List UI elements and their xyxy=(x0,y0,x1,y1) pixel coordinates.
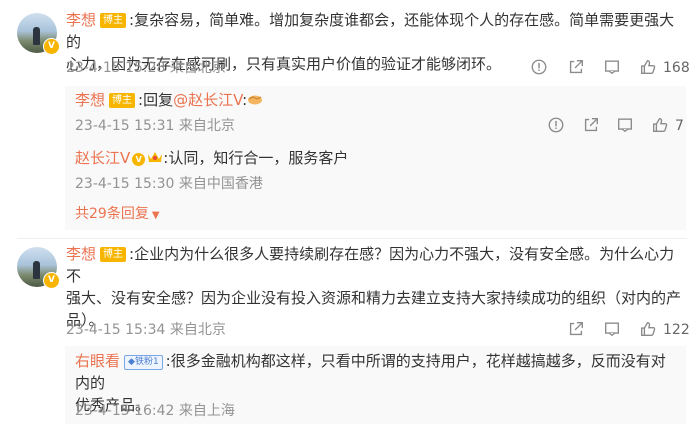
reply-text: 赵长江V V :认同，知行合一，服务客户 xyxy=(75,147,675,169)
comment-line-2: 强大、没有安全感？因为企业没有投入资源和精力去建立支持大家持续成功的组织（对内的… xyxy=(66,289,682,307)
fan-badge: ◆铁粉1 xyxy=(124,355,163,370)
comment-actions: 122 xyxy=(0,320,700,340)
like-count: 122 xyxy=(663,322,690,338)
comment-actions: 168 xyxy=(0,58,700,78)
reply-username-link[interactable]: 右眼看 xyxy=(75,352,120,370)
blogger-badge: 博主 xyxy=(100,13,127,28)
blogger-badge: 博主 xyxy=(100,247,127,262)
avatar[interactable]: V xyxy=(17,13,60,55)
reply-panel: 李想 博主:回复@赵长江V: 23-4-15 15:31 来自北京 7 赵长江V V… xyxy=(65,86,686,230)
reply-text: 李想 博主:回复@赵长江V: xyxy=(75,89,675,111)
username-link[interactable]: 李想 xyxy=(66,245,96,263)
caret-down-icon: ▼ xyxy=(151,210,160,221)
reply-meta: 23-4-15 16:42 来自上海 xyxy=(75,403,235,419)
share-icon[interactable] xyxy=(582,116,602,136)
like-icon[interactable] xyxy=(651,116,671,136)
comment-text: 李想 博主:企业内为什么很多人要持续刷存在感？因为心力不强大，没有安全感。为什么心… xyxy=(66,243,686,331)
verified-icon: V xyxy=(43,272,60,289)
like-count: 7 xyxy=(675,118,684,134)
crown-icon xyxy=(147,148,163,162)
mention-link[interactable]: @赵长江V xyxy=(173,91,242,109)
share-icon[interactable] xyxy=(567,320,587,340)
divider xyxy=(17,238,687,239)
reply-line-1: :很多金融机构都这样，只看中所谓的支持用户，花样越搞越多，反而没有对内的 xyxy=(75,352,666,392)
handshake-emoji-icon xyxy=(247,91,263,107)
reply-content: :认同，知行合一，服务客户 xyxy=(163,149,349,167)
reply-username-link[interactable]: 赵长江V xyxy=(75,149,130,167)
reply-username-link[interactable]: 李想 xyxy=(75,91,105,109)
like-icon[interactable] xyxy=(639,58,659,78)
blogger-badge: 博主 xyxy=(109,93,136,108)
comment-icon[interactable] xyxy=(603,58,623,78)
like-count: 168 xyxy=(663,60,690,76)
more-replies-link[interactable]: 共29条回复 ▼ xyxy=(75,204,160,226)
avatar[interactable]: V xyxy=(17,247,60,289)
avatar-figure xyxy=(33,261,40,279)
share-icon[interactable] xyxy=(567,58,587,78)
avatar-figure xyxy=(33,27,40,45)
reply-actions: 7 xyxy=(65,116,686,136)
reply-prefix: :回复 xyxy=(138,91,174,109)
diamond-icon: ◆ xyxy=(128,357,135,367)
reply-panel: 右眼看 ◆铁粉1:很多金融机构都这样，只看中所谓的支持用户，花样越搞越多，反而没有… xyxy=(65,346,686,424)
username-link[interactable]: 李想 xyxy=(66,11,96,29)
report-icon[interactable] xyxy=(547,116,567,136)
verified-icon: V xyxy=(132,153,146,166)
comment-line-1: :复杂容易，简单难。增加复杂度谁都会，还能体现个人的存在感。简单需要更强大的 xyxy=(66,11,675,51)
report-icon[interactable] xyxy=(530,58,550,78)
like-icon[interactable] xyxy=(639,320,659,340)
more-replies-label: 共29条回复 xyxy=(75,206,149,222)
comment-icon[interactable] xyxy=(603,320,623,340)
reply-meta: 23-4-15 15:30 来自中国香港 xyxy=(75,176,263,192)
verified-icon: V xyxy=(43,38,60,55)
comment-line-1: :企业内为什么很多人要持续刷存在感？因为心力不强大，没有安全感。为什么心力不 xyxy=(66,245,675,285)
fan-badge-label: 铁粉1 xyxy=(134,357,159,367)
comment-icon[interactable] xyxy=(616,116,636,136)
